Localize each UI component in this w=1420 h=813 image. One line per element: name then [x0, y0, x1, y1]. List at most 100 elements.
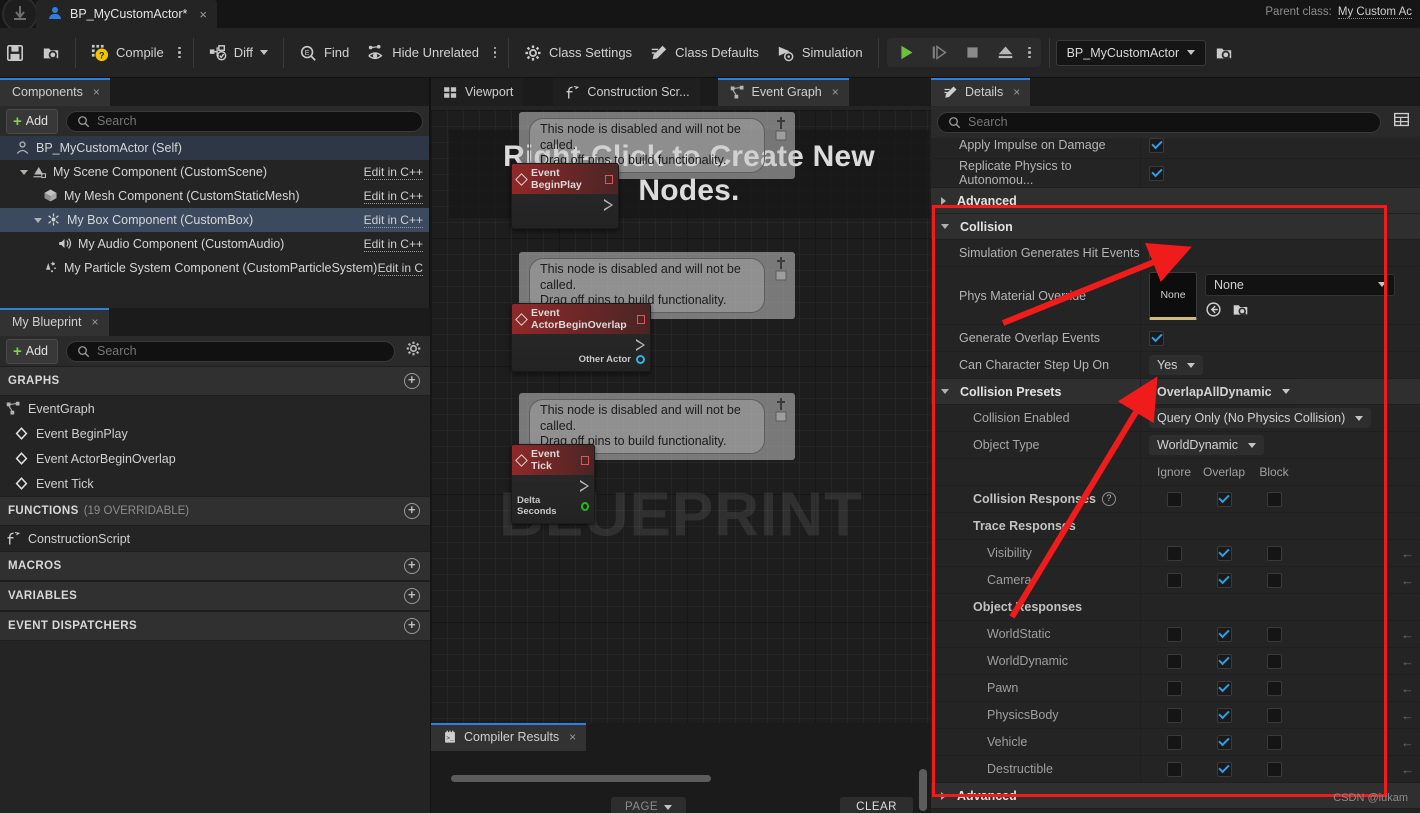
node-event-beginplay[interactable]: Event BeginPlay	[511, 163, 619, 229]
my-blueprint-item[interactable]: Event ActorBeginOverlap	[0, 446, 430, 471]
compile-options-button[interactable]	[173, 41, 187, 65]
edit-in-cpp-link[interactable]: Edit in C++	[363, 165, 423, 180]
hide-unrelated-options-button[interactable]	[488, 41, 502, 65]
edit-in-cpp-link[interactable]: Edit in C	[377, 261, 423, 276]
dropdown[interactable]: WorldDynamic	[1149, 435, 1265, 455]
class-defaults-button[interactable]: Class Defaults	[641, 38, 768, 68]
tab-construction-scr[interactable]: Construction Scr...	[553, 78, 700, 106]
overlap-cell[interactable]	[1199, 626, 1249, 642]
details-row[interactable]: Collision	[931, 214, 1420, 240]
dropdown[interactable]: OverlapAllDynamic	[1149, 381, 1298, 402]
save-button[interactable]	[0, 38, 33, 68]
compile-button[interactable]: ? Compile	[82, 38, 173, 68]
overlap-cell[interactable]	[1199, 734, 1249, 750]
simulation-button[interactable]: Simulation	[768, 38, 872, 68]
hide-unrelated-button[interactable]: Hide Unrelated	[358, 38, 488, 68]
my-blueprint-item[interactable]: ConstructionScript	[0, 526, 430, 551]
component-row[interactable]: My Scene Component (CustomScene) Edit in …	[0, 160, 429, 184]
ignore-cell[interactable]	[1149, 545, 1199, 561]
component-row[interactable]: My Box Component (CustomBox) Edit in C++	[0, 208, 429, 232]
reset-to-default-icon[interactable]: ←	[1401, 735, 1414, 750]
asset-thumbnail[interactable]: None	[1149, 271, 1197, 320]
checkbox[interactable]	[1266, 545, 1282, 561]
edit-in-cpp-link[interactable]: Edit in C++	[363, 189, 423, 204]
component-row[interactable]: My Mesh Component (CustomStaticMesh) Edit…	[0, 184, 429, 208]
dropdown[interactable]: Query Only (No Physics Collision)	[1149, 408, 1372, 428]
block-cell[interactable]	[1249, 626, 1299, 642]
my-blueprint-section-header[interactable]: GRAPHS +	[0, 366, 430, 396]
checkbox[interactable]	[1216, 572, 1232, 588]
checkbox[interactable]	[1266, 761, 1282, 777]
node-event-tick[interactable]: Event Tick Delta Seconds	[511, 444, 595, 524]
overlap-cell[interactable]	[1199, 545, 1249, 561]
details-search-input[interactable]	[968, 115, 1370, 129]
add-section-item-button[interactable]: +	[404, 558, 420, 574]
checkbox[interactable]	[1166, 761, 1182, 777]
component-row[interactable]: My Particle System Component (CustomPart…	[0, 256, 429, 280]
browse-content-button[interactable]	[33, 38, 69, 68]
ignore-cell[interactable]	[1149, 680, 1199, 696]
checkbox[interactable]	[1166, 572, 1182, 588]
stop-button[interactable]	[957, 40, 988, 65]
reset-to-default-icon[interactable]: ←	[1401, 708, 1414, 723]
edit-in-cpp-link[interactable]: Edit in C++	[363, 213, 423, 228]
pin-icon[interactable]	[773, 256, 789, 282]
block-cell[interactable]	[1249, 734, 1299, 750]
reset-to-default-icon[interactable]: ←	[1401, 546, 1414, 561]
my-blueprint-search-input[interactable]	[97, 344, 384, 358]
eject-button[interactable]	[990, 40, 1021, 65]
browse-asset-button[interactable]	[1206, 38, 1242, 68]
expand-arrow-icon[interactable]	[941, 791, 946, 800]
close-icon[interactable]: ×	[1013, 85, 1020, 99]
output-pin-delta-seconds[interactable]: Delta Seconds	[517, 495, 589, 517]
checkbox[interactable]	[1216, 680, 1232, 696]
ignore-cell[interactable]	[1149, 626, 1199, 642]
reset-to-default-icon[interactable]: ←	[1401, 654, 1414, 669]
my-blueprint-search-box[interactable]	[66, 340, 395, 362]
exec-output-pin[interactable]	[604, 199, 613, 211]
play-button[interactable]	[891, 40, 922, 65]
dropdown[interactable]: Yes	[1149, 355, 1204, 375]
checkbox[interactable]	[1216, 626, 1232, 642]
block-cell[interactable]	[1249, 572, 1299, 588]
my-blueprint-section-header[interactable]: FUNCTIONS (19 OVERRIDABLE) +	[0, 496, 430, 526]
checkbox[interactable]	[1149, 245, 1164, 261]
blueprint-document-tab[interactable]: BP_MyCustomActor* ×	[36, 0, 217, 28]
browse-content-icon[interactable]	[1232, 301, 1249, 318]
my-blueprint-section-header[interactable]: VARIABLES +	[0, 581, 430, 611]
step-button[interactable]	[924, 40, 955, 65]
tab-my-blueprint[interactable]: My Blueprint ×	[0, 308, 109, 336]
checkbox[interactable]	[1266, 653, 1282, 669]
use-selected-asset-icon[interactable]	[1205, 301, 1222, 318]
add-blueprint-item-button[interactable]: + Add	[6, 338, 59, 364]
pin-icon[interactable]	[773, 116, 789, 142]
ignore-cell[interactable]	[1149, 707, 1199, 723]
close-icon[interactable]: ×	[91, 315, 98, 329]
tab-event-graph[interactable]: Event Graph ×	[717, 78, 849, 106]
checkbox[interactable]	[1166, 653, 1182, 669]
reset-to-default-icon[interactable]: ←	[1401, 573, 1414, 588]
help-icon[interactable]: ?	[1101, 492, 1116, 506]
checkbox[interactable]	[1149, 330, 1164, 346]
close-icon[interactable]: ×	[199, 7, 207, 22]
reset-to-default-icon[interactable]: ←	[1401, 762, 1414, 777]
tab-viewport[interactable]: Viewport	[431, 78, 524, 106]
edit-in-cpp-link[interactable]: Edit in C++	[363, 237, 423, 252]
delete-node-icon[interactable]	[637, 314, 645, 324]
ignore-cell[interactable]	[1149, 761, 1199, 777]
checkbox[interactable]	[1166, 707, 1182, 723]
event-graph-canvas[interactable]: Right-Click to Create New Nodes. BLUEPRI…	[431, 110, 931, 723]
checkbox[interactable]	[1266, 572, 1282, 588]
checkbox[interactable]	[1216, 545, 1232, 561]
page-selector-button[interactable]: PAGE	[611, 797, 687, 813]
tab-compiler-results[interactable]: >_ Compiler Results ×	[431, 723, 587, 751]
block-cell[interactable]	[1249, 680, 1299, 696]
overlap-cell[interactable]	[1199, 653, 1249, 669]
details-search-box[interactable]	[937, 111, 1381, 133]
tab-details[interactable]: Details ×	[931, 78, 1031, 106]
expand-arrow-icon[interactable]	[20, 169, 28, 175]
find-button[interactable]: E Find	[290, 38, 358, 68]
expand-arrow-icon[interactable]	[941, 196, 946, 205]
checkbox[interactable]	[1149, 138, 1164, 153]
checkbox[interactable]	[1166, 734, 1182, 750]
